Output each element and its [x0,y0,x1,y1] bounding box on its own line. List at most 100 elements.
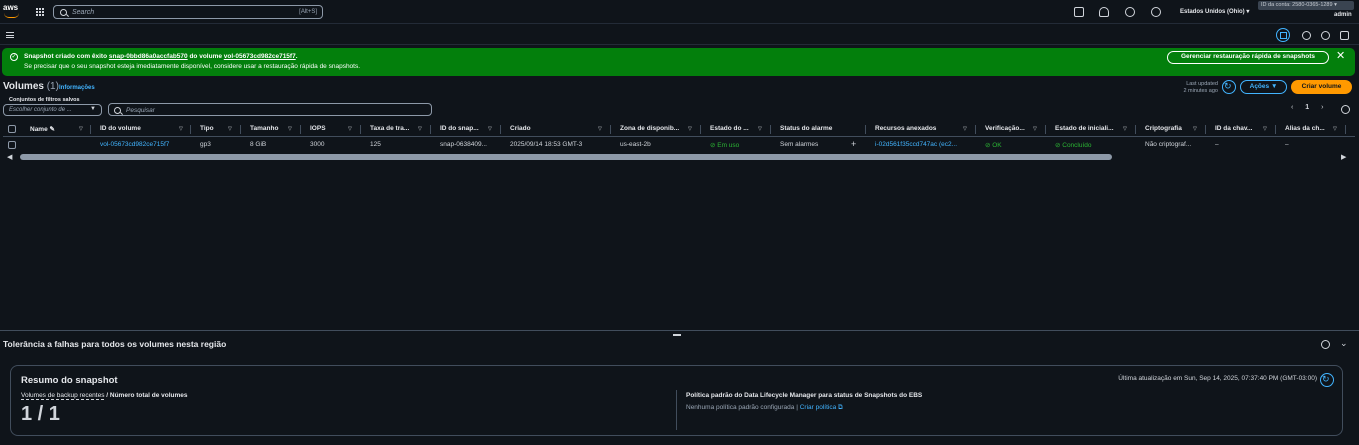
card-title: Resumo do snapshot [21,375,118,386]
page-number[interactable]: 1 [1305,104,1309,111]
policy-text: Nenhuma política padrão configurada | Cr… [686,404,843,412]
region-selector[interactable]: Estados Unidos (Ohio) ▾ [1180,8,1249,15]
select-placeholder: Escolher conjunto de ... [9,107,72,113]
cell-created: 2025/09/14 18:53 GMT-3 [510,141,583,148]
create-volume-button[interactable]: Criar volume [1291,80,1352,94]
settings-gear-icon[interactable] [1151,7,1161,17]
search-icon [60,9,67,16]
snapshot-summary-card: Resumo do snapshot Última atualização em… [10,365,1343,436]
table-preferences-gear-icon[interactable] [1341,105,1350,114]
cell-key-alias: – [1285,141,1289,148]
row-checkbox[interactable] [8,141,16,149]
account-id-menu[interactable]: ID da conta: 2580-0365-1289 ▾ [1258,1,1354,10]
cell-type: gp3 [200,141,211,148]
panel-toggle-icon[interactable] [1276,28,1290,42]
next-page-button[interactable]: › [1321,104,1323,111]
notifications-bell-icon[interactable] [1099,7,1109,17]
split-panel-title: Tolerância a falhas para todos os volume… [3,339,227,349]
volume-link[interactable]: vol-05673cd982ce715f7 [224,53,296,60]
menu-hamburger-icon[interactable] [6,32,14,38]
aws-logo-text: aws [3,3,19,12]
settings-panel-icon[interactable] [1321,31,1330,40]
col-key-alias[interactable]: Alias da ch... [1285,125,1325,132]
select-all-checkbox[interactable] [8,125,16,133]
info-panel-icon[interactable] [1302,31,1311,40]
prev-page-button[interactable]: ‹ [1291,104,1293,111]
pagination: ‹ 1 › [1291,104,1324,111]
add-alarm-icon[interactable]: + [851,139,856,149]
col-name[interactable]: Name ✎ [30,125,55,133]
metric-label-b: / Número total de volumes [104,392,188,399]
col-state[interactable]: Estado do ... [710,125,749,132]
scroll-right-icon[interactable]: ▶ [1341,153,1346,161]
table-header: Name ✎ ▽ ID do volume ▽ Tipo ▽ Tamanho ▽ IOP… [3,122,1355,137]
col-alarm[interactable]: Status do alarme [780,125,832,132]
resize-handle[interactable] [673,334,681,336]
search-placeholder: Search [72,9,95,16]
flash-message-line2: Se precisar que o seu snapshot esteja im… [24,63,361,70]
cell-iops: 3000 [310,141,325,148]
col-check[interactable]: Verificação... [985,125,1025,132]
create-policy-link[interactable]: Criar política ⧉ [800,404,843,411]
flash-message-line1: Snapshot criado com êxito snap-0bbd86a0a… [24,53,298,60]
services-grid-icon[interactable] [36,8,44,16]
policy-title: Política padrão do Data Lifecycle Manage… [686,392,923,399]
col-created[interactable]: Criado [510,125,531,132]
col-volume-id[interactable]: ID do volume [100,125,141,132]
col-zone[interactable]: Zona de disponib... [620,125,679,132]
metric-label: Volumes de backup recentes / Número tota… [21,392,188,400]
cell-throughput: 125 [370,141,381,148]
user-menu[interactable]: admin [1334,12,1352,18]
scroll-left-icon[interactable]: ◀ [7,153,12,161]
close-icon[interactable]: ✕ [1336,51,1345,62]
cell-key-id: – [1215,141,1219,148]
col-key-id[interactable]: ID da chav... [1215,125,1252,132]
help-icon[interactable] [1125,7,1135,17]
manage-fast-restore-button[interactable]: Gerenciar restauração rápida de snapshot… [1167,51,1329,64]
cloudshell-icon[interactable] [1074,7,1084,17]
console-toolbar [0,25,1359,45]
success-flash-banner: ✓ Snapshot criado com êxito snap-0bbd86a… [2,48,1355,76]
split-divider [0,330,1359,331]
col-attached[interactable]: Recursos anexados [875,125,936,132]
col-size[interactable]: Tamanho [250,125,278,132]
cell-size: 8 GiB [250,141,267,148]
cell-state: ⊘ Em uso [710,142,740,149]
search-icon [114,107,121,114]
metric-value: 1 / 1 [21,403,60,425]
card-refresh-icon[interactable] [1320,373,1334,387]
filter-search-input[interactable]: Pesquisar [108,103,432,116]
scrollbar-thumb[interactable] [20,154,1112,160]
aws-logo[interactable]: aws [3,3,23,21]
col-type[interactable]: Tipo [200,125,214,132]
col-init[interactable]: Estado de iniciali... [1055,125,1114,132]
search-shortcut: [Alt+S] [299,9,317,15]
col-encryption[interactable]: Criptografia [1145,125,1182,132]
global-search-input[interactable]: Search [Alt+S] [53,5,323,19]
col-snapshot[interactable]: ID do snap... [440,125,479,132]
cell-init: ⊘ Concluído [1055,142,1092,149]
split-settings-gear-icon[interactable] [1321,340,1330,349]
last-updated-label: Last updated [1186,81,1218,87]
table-row[interactable]: vol-05673cd982ce715f7 gp3 8 GiB 3000 125… [3,138,1355,152]
col-throughput[interactable]: Taxa de tra... [370,125,409,132]
refresh-icon[interactable] [1222,80,1236,94]
cell-alarm: Sem alarmes [780,141,819,148]
col-iops[interactable]: IOPS [310,125,326,132]
cell-encryption: Não criptograf... [1145,141,1192,148]
collapse-chevron-icon[interactable]: ⌄ [1340,338,1348,349]
cell-check: ⊘ OK [985,142,1002,149]
saved-filters-select[interactable]: Escolher conjunto de ... ▼ [3,104,102,116]
actions-button[interactable]: Ações ▼ [1240,80,1287,94]
saved-filters-label: Conjuntos de filtros salvos [9,97,80,103]
split-panel-icon[interactable] [1340,31,1349,40]
cell-zone: us-east-2b [620,141,651,148]
metric-label-a[interactable]: Volumes de backup recentes [21,392,105,400]
cell-snapshot: snap-0638409... [440,141,487,148]
volume-count: (1) [46,81,59,92]
cell-attached[interactable]: i-02d561f35ccd747ac (ec2... [875,141,957,148]
snapshot-link[interactable]: snap-0bbd86a0accfab570 [109,53,188,60]
cell-volume-id[interactable]: vol-05673cd982ce715f7 [100,141,169,148]
info-link[interactable]: Informações [59,85,95,91]
horizontal-scrollbar[interactable] [20,154,1340,160]
